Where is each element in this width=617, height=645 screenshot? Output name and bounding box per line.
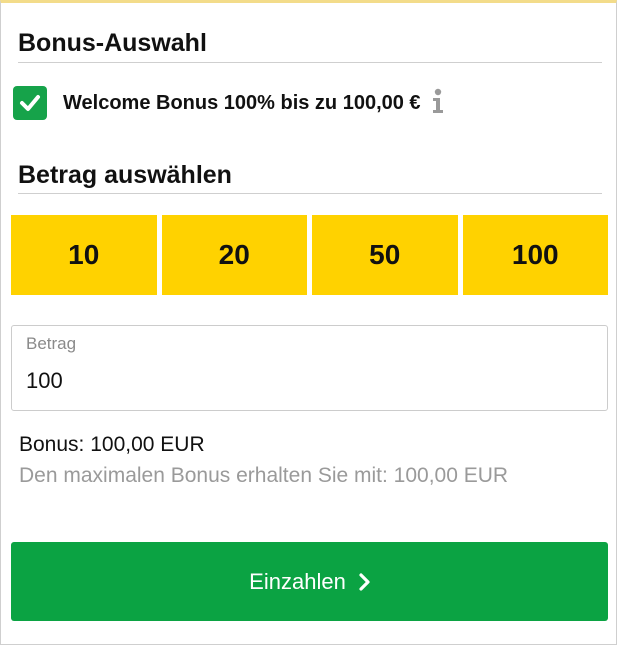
amount-button-50[interactable]: 50 [312, 215, 458, 295]
checkmark-icon [20, 95, 40, 111]
quick-amount-group: 10 20 50 100 [11, 215, 608, 295]
deposit-button[interactable]: Einzahlen [11, 542, 608, 621]
amount-field[interactable]: Betrag [11, 325, 608, 411]
amount-button-20[interactable]: 20 [161, 215, 307, 295]
divider [18, 193, 602, 194]
amount-field-label: Betrag [26, 334, 77, 353]
amount-button-10[interactable]: 10 [11, 215, 157, 295]
bonus-offer-label: Welcome Bonus 100% bis zu 100,00 € [63, 91, 421, 114]
amount-section-title: Betrag auswählen [18, 161, 232, 189]
amount-input[interactable] [26, 368, 586, 394]
chevron-right-icon [359, 572, 370, 591]
bonus-option[interactable]: Welcome Bonus 100% bis zu 100,00 € [13, 85, 445, 121]
divider [18, 62, 602, 63]
deposit-panel: Bonus-Auswahl Welcome Bonus 100% bis zu … [0, 0, 617, 645]
bonus-checkbox[interactable] [13, 86, 47, 120]
bonus-amount-text: Bonus: 100,00 EUR [19, 433, 205, 456]
max-bonus-hint: Den maximalen Bonus erhalten Sie mit: 10… [19, 464, 509, 487]
bonus-section-title: Bonus-Auswahl [18, 29, 207, 57]
deposit-button-label: Einzahlen [249, 568, 346, 594]
info-icon[interactable] [431, 88, 445, 114]
amount-button-100[interactable]: 100 [462, 215, 608, 295]
